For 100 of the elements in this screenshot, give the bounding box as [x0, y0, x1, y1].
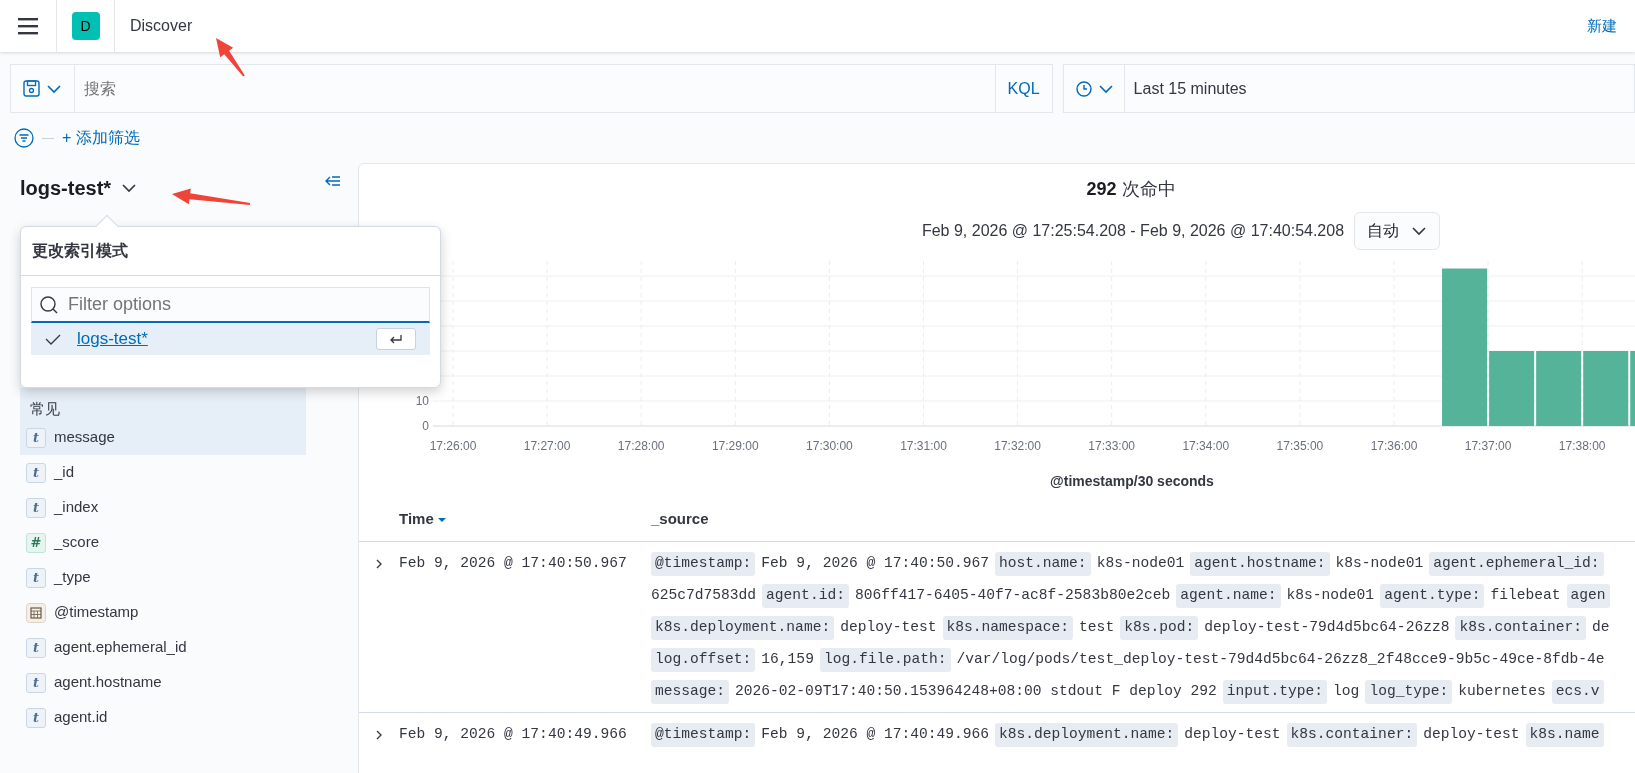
- return-icon: [389, 334, 403, 344]
- field-type-badge: t: [26, 497, 46, 518]
- search-icon: [40, 295, 58, 314]
- field-key: log.file.path:: [819, 648, 951, 672]
- column-header[interactable]: _source: [651, 508, 709, 531]
- field-name[interactable]: agent.ephemeral_id: [54, 636, 187, 659]
- timestamp-cell-text: Feb 9, 2026 @ 17:40:50.967: [399, 554, 627, 574]
- field-value: /var/log/pods/test_deploy-test-79d4d5bc64-26zz8_2f48cce9-9b5c-49ce-8fdb-4e: [956, 650, 1605, 670]
- field-name[interactable]: agent.id: [54, 706, 108, 729]
- group-label: 常见: [29, 398, 61, 419]
- field-key: ecs.v: [1551, 680, 1604, 704]
- x-tick-label: 17:33:00: [1088, 439, 1136, 453]
- field-key: k8s.deployment.name:: [651, 616, 835, 640]
- field-key: k8s.deployment.name:: [995, 723, 1179, 747]
- index-pattern-title[interactable]: logs-test*: [20, 173, 112, 203]
- y-tick-label: 10: [415, 394, 429, 408]
- field-key: host.name:: [995, 552, 1091, 576]
- field-value: deploy-test-79d4d5bc64-26zz8: [1204, 618, 1450, 638]
- field-value: test: [1079, 618, 1115, 638]
- field-value: Feb 9, 2026 @ 17:40:50.967: [761, 554, 990, 574]
- field-name[interactable]: agent.hostname: [54, 671, 162, 694]
- field-key: @timestamp:: [651, 723, 756, 747]
- field-value: Feb 9, 2026 @ 17:40:49.966: [761, 725, 990, 745]
- x-tick-label: 17:32:00: [994, 439, 1041, 453]
- field-name[interactable]: _id: [54, 461, 75, 484]
- field-value: deploy-test: [840, 618, 937, 638]
- field-value: log: [1333, 682, 1360, 702]
- index-pattern-option[interactable]: logs-test*: [31, 323, 430, 355]
- calendar-icon: [26, 602, 46, 623]
- field-key: k8s.container:: [1286, 723, 1418, 747]
- field-type-badge: t: [26, 462, 46, 483]
- x-tick-label: 17:28:00: [617, 439, 665, 453]
- field-value: deploy-test: [1423, 725, 1520, 745]
- column-header[interactable]: Time: [399, 508, 651, 531]
- expand-icon[interactable]: [375, 730, 383, 740]
- field-type-badge: t: [26, 567, 46, 588]
- x-tick-label: 17:27:00: [523, 439, 571, 453]
- page-title: Discover: [130, 16, 193, 36]
- x-tick-label: 17:29:00: [711, 439, 759, 453]
- field-value: k8s-node01: [1335, 554, 1424, 574]
- new-link[interactable]: 新建: [1587, 14, 1617, 38]
- time-range-text[interactable]: Last 15 minutes: [1124, 76, 1247, 101]
- field-key: message:: [651, 680, 730, 704]
- x-tick-label: 17:31:00: [900, 439, 947, 453]
- field-name[interactable]: _type: [54, 566, 91, 589]
- field-key: agent.type:: [1380, 584, 1485, 608]
- field-value: filebeat: [1490, 586, 1561, 606]
- add-filter-link[interactable]: + 添加筛选: [62, 126, 140, 150]
- field-type-badge: t: [26, 672, 46, 693]
- x-tick-label: 17:37:00: [1464, 439, 1512, 453]
- menu-icon[interactable]: [18, 16, 38, 36]
- save-query-menu[interactable]: [10, 64, 75, 113]
- x-tick-label: 17:30:00: [806, 439, 853, 453]
- query-language-button[interactable]: KQL: [994, 64, 1053, 113]
- check-icon: [45, 333, 61, 345]
- search-field[interactable]: 搜索: [75, 64, 995, 113]
- field-type-badge: t: [26, 707, 46, 728]
- field-key: agent.id:: [762, 584, 849, 608]
- field-type-badge: #: [26, 532, 46, 553]
- collapse-icon[interactable]: [323, 175, 341, 188]
- field-name[interactable]: @timestamp: [54, 601, 139, 624]
- time-range-label: Feb 9, 2026 @ 17:25:54.208 - Feb 9, 2026 @ 17:40:54.208: [921, 221, 1345, 241]
- clock-icon[interactable]: [1075, 80, 1092, 97]
- hit-count-label: 次命中: [1121, 179, 1176, 199]
- field-key: k8s.pod:: [1120, 616, 1199, 640]
- field-name[interactable]: message: [54, 426, 115, 449]
- space-avatar[interactable]: D: [71, 12, 100, 40]
- field-key: agent.hostname:: [1190, 552, 1330, 576]
- field-key: agent.ephemeral_id:: [1429, 552, 1604, 576]
- field-value: de: [1592, 618, 1610, 638]
- x-tick-label: 17:35:00: [1276, 439, 1324, 453]
- field-key: k8s.namespace:: [942, 616, 1074, 640]
- interval-select[interactable]: 自动: [1354, 212, 1441, 250]
- filter-options-field[interactable]: Filter options: [31, 287, 430, 323]
- field-value: deploy-test: [1184, 725, 1281, 745]
- filter-icon[interactable]: [14, 128, 34, 148]
- field-key: log_type:: [1365, 680, 1453, 704]
- x-tick-label: 17:36:00: [1370, 439, 1418, 453]
- x-tick-label: 17:26:00: [429, 439, 477, 453]
- hit-count: 292: [1086, 179, 1117, 199]
- field-value: 16,159: [761, 650, 814, 670]
- field-name[interactable]: _score: [54, 531, 100, 554]
- field-type-badge: t: [26, 637, 46, 658]
- timestamp-cell-text: Feb 9, 2026 @ 17:40:49.966: [399, 725, 627, 745]
- field-value: 2026-02-09T17:40:50.153964248+08:00 stdout F deploy 292: [735, 682, 1217, 702]
- field-key: agen: [1566, 584, 1610, 608]
- field-key: input.type:: [1222, 680, 1328, 704]
- field-value: 806ff417-6405-40f7-ac8f-2583b80e2ceb: [854, 586, 1171, 606]
- field-key: agent.name:: [1176, 584, 1281, 608]
- field-key: k8s.container:: [1455, 616, 1587, 640]
- field-value: kubernetes: [1458, 682, 1546, 702]
- field-name[interactable]: _index: [54, 496, 99, 519]
- x-tick-label: 17:38:00: [1558, 439, 1606, 453]
- field-key: k8s.name: [1525, 723, 1604, 747]
- field-value: 625c7d7583dd: [651, 586, 757, 606]
- save-icon[interactable]: [23, 80, 40, 97]
- sort-icon[interactable]: [437, 517, 446, 522]
- popover-title: 更改索引模式: [32, 241, 128, 261]
- field-value: k8s-node01: [1096, 554, 1185, 574]
- expand-icon[interactable]: [375, 559, 383, 569]
